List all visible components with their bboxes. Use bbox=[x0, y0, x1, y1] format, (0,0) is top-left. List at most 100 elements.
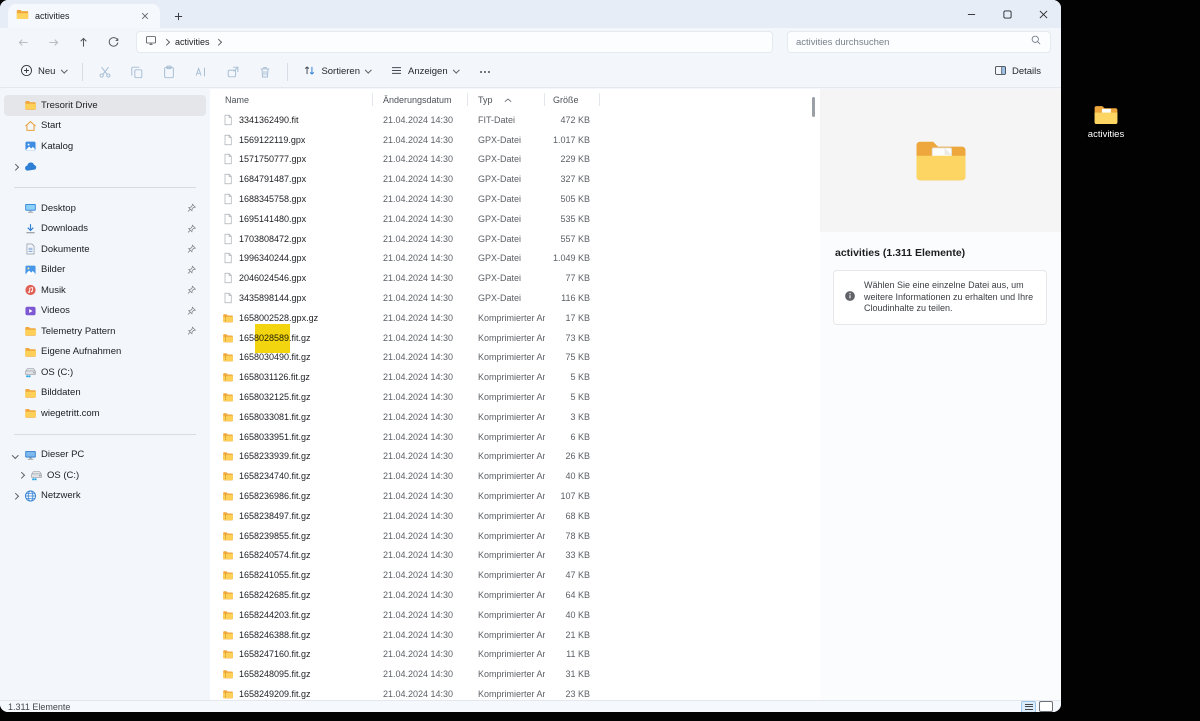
file-row[interactable]: 1703808472.gpx 21.04.2024 14:30 GPX-Date… bbox=[210, 229, 820, 249]
paste-icon[interactable] bbox=[154, 59, 184, 85]
cut-icon[interactable] bbox=[90, 59, 120, 85]
up-icon[interactable] bbox=[70, 31, 96, 53]
file-size: 229 KB bbox=[545, 154, 600, 164]
file-row[interactable]: 1571750777.gpx 21.04.2024 14:30 GPX-Date… bbox=[210, 150, 820, 170]
sidebar-item[interactable]: Telemetry Pattern bbox=[4, 321, 206, 342]
zip-icon bbox=[222, 431, 234, 443]
file-row[interactable]: 1658033951.fit.gz 21.04.2024 14:30 Kompr… bbox=[210, 427, 820, 447]
vertical-scrollbar[interactable] bbox=[812, 97, 815, 117]
sidebar-item[interactable]: OS (C:) bbox=[4, 362, 206, 383]
sidebar-item[interactable]: Eigene Aufnahmen bbox=[4, 342, 206, 363]
address-bar[interactable]: activities bbox=[136, 31, 773, 53]
file-row[interactable]: 1658031126.fit.gz 21.04.2024 14:30 Kompr… bbox=[210, 367, 820, 387]
sidebar-item[interactable] bbox=[4, 157, 206, 178]
sidebar-item[interactable]: Dieser PC bbox=[4, 445, 206, 466]
file-type: Komprimierter Ar... bbox=[468, 669, 545, 679]
minimize-button[interactable] bbox=[953, 0, 989, 28]
sidebar-item[interactable]: Start bbox=[4, 116, 206, 137]
details-pane-button[interactable]: Details bbox=[986, 59, 1049, 85]
file-type: Komprimierter Ar... bbox=[468, 570, 545, 580]
sidebar-item[interactable]: Tresorit Drive bbox=[4, 95, 206, 116]
file-size: 557 KB bbox=[545, 234, 600, 244]
file-row[interactable]: 1658242685.fit.gz 21.04.2024 14:30 Kompr… bbox=[210, 585, 820, 605]
chevron-icon[interactable] bbox=[11, 163, 19, 171]
file-row[interactable]: 1658246388.fit.gz 21.04.2024 14:30 Kompr… bbox=[210, 625, 820, 645]
sidebar-item[interactable]: Netzwerk bbox=[4, 486, 206, 507]
search-box[interactable] bbox=[787, 31, 1051, 53]
file-row[interactable]: 1658247160.fit.gz 21.04.2024 14:30 Kompr… bbox=[210, 645, 820, 665]
file-row[interactable]: 1658249209.fit.gz 21.04.2024 14:30 Kompr… bbox=[210, 684, 820, 700]
back-icon[interactable] bbox=[10, 31, 36, 53]
share-icon[interactable] bbox=[218, 59, 248, 85]
rename-icon[interactable] bbox=[186, 59, 216, 85]
delete-icon[interactable] bbox=[250, 59, 280, 85]
forward-icon[interactable] bbox=[40, 31, 66, 53]
new-tab-icon[interactable] bbox=[170, 8, 186, 24]
file-row[interactable]: 1658032125.fit.gz 21.04.2024 14:30 Kompr… bbox=[210, 387, 820, 407]
file-row[interactable]: 1688345758.gpx 21.04.2024 14:30 GPX-Date… bbox=[210, 189, 820, 209]
file-date: 21.04.2024 14:30 bbox=[373, 135, 468, 145]
desktop-monitor-icon[interactable] bbox=[145, 33, 157, 51]
sidebar-item[interactable]: OS (C:) bbox=[4, 465, 206, 486]
file-row[interactable]: 1684791487.gpx 21.04.2024 14:30 GPX-Date… bbox=[210, 169, 820, 189]
sidebar-item[interactable]: Bilder bbox=[4, 260, 206, 281]
file-row[interactable]: 1658033081.fit.gz 21.04.2024 14:30 Kompr… bbox=[210, 407, 820, 427]
view-button-label: Anzeigen bbox=[408, 66, 448, 77]
file-size: 68 KB bbox=[545, 511, 600, 521]
chevron-icon[interactable] bbox=[11, 451, 19, 459]
sidebar-divider bbox=[14, 434, 196, 435]
file-type: Komprimierter Ar... bbox=[468, 531, 545, 541]
file-row[interactable]: 1658236986.fit.gz 21.04.2024 14:30 Kompr… bbox=[210, 486, 820, 506]
file-row[interactable]: 1658238497.fit.gz 21.04.2024 14:30 Kompr… bbox=[210, 506, 820, 526]
sidebar-item[interactable]: Downloads bbox=[4, 219, 206, 240]
explorer-tab[interactable]: activities bbox=[8, 4, 160, 28]
file-row[interactable]: 3435898144.gpx 21.04.2024 14:30 GPX-Date… bbox=[210, 288, 820, 308]
file-row[interactable]: 1658239855.fit.gz 21.04.2024 14:30 Kompr… bbox=[210, 526, 820, 546]
file-date: 21.04.2024 14:30 bbox=[373, 333, 468, 343]
maximize-button[interactable] bbox=[989, 0, 1025, 28]
file-row[interactable]: 1658002528.gpx.gz 21.04.2024 14:30 Kompr… bbox=[210, 308, 820, 328]
file-row[interactable]: 1658028589.fit.gz 21.04.2024 14:30 Kompr… bbox=[210, 328, 820, 348]
sidebar-item[interactable]: Dokumente bbox=[4, 239, 206, 260]
file-row[interactable]: 1569122119.gpx 21.04.2024 14:30 GPX-Date… bbox=[210, 130, 820, 150]
new-button[interactable]: Neu bbox=[12, 59, 75, 85]
file-row[interactable]: 1658233939.fit.gz 21.04.2024 14:30 Kompr… bbox=[210, 447, 820, 467]
view-button[interactable]: Anzeigen bbox=[382, 59, 468, 85]
desktop-shortcut[interactable]: activities bbox=[1076, 104, 1136, 140]
file-row[interactable]: 1695141480.gpx 21.04.2024 14:30 GPX-Date… bbox=[210, 209, 820, 229]
file-row[interactable]: 1658234740.fit.gz 21.04.2024 14:30 Kompr… bbox=[210, 466, 820, 486]
large-icons-view-icon[interactable] bbox=[1039, 701, 1053, 712]
sidebar-item[interactable]: Katalog bbox=[4, 136, 206, 157]
sidebar-item[interactable]: Videos bbox=[4, 301, 206, 322]
file-row[interactable]: 2046024546.gpx 21.04.2024 14:30 GPX-Date… bbox=[210, 268, 820, 288]
sidebar-item[interactable]: Musik bbox=[4, 280, 206, 301]
breadcrumb[interactable]: activities bbox=[175, 37, 210, 47]
file-size: 75 KB bbox=[545, 352, 600, 362]
sidebar-item[interactable]: Bilddaten bbox=[4, 383, 206, 404]
column-header-size[interactable]: Größe bbox=[545, 89, 600, 110]
file-row[interactable]: 1658030490.fit.gz 21.04.2024 14:30 Kompr… bbox=[210, 348, 820, 368]
file-row[interactable]: 1658240574.fit.gz 21.04.2024 14:30 Kompr… bbox=[210, 546, 820, 566]
more-options-icon[interactable] bbox=[470, 59, 500, 85]
column-header-name[interactable]: Name bbox=[210, 89, 373, 110]
file-icon bbox=[222, 292, 234, 304]
search-icon[interactable] bbox=[1030, 33, 1042, 51]
file-row[interactable]: 1658241055.fit.gz 21.04.2024 14:30 Kompr… bbox=[210, 565, 820, 585]
refresh-icon[interactable] bbox=[100, 31, 126, 53]
close-button[interactable] bbox=[1025, 0, 1061, 28]
file-row[interactable]: 1996340244.gpx 21.04.2024 14:30 GPX-Date… bbox=[210, 249, 820, 269]
column-header-type[interactable]: Typ bbox=[468, 89, 545, 110]
details-view-icon[interactable] bbox=[1021, 701, 1036, 713]
file-row[interactable]: 1658248095.fit.gz 21.04.2024 14:30 Kompr… bbox=[210, 664, 820, 684]
file-row[interactable]: 1658244203.fit.gz 21.04.2024 14:30 Kompr… bbox=[210, 605, 820, 625]
sort-button[interactable]: Sortieren bbox=[295, 59, 380, 85]
tab-close-icon[interactable] bbox=[138, 9, 152, 23]
sidebar-item[interactable]: Desktop bbox=[4, 198, 206, 219]
chevron-icon[interactable] bbox=[17, 471, 25, 479]
column-header-date[interactable]: Änderungsdatum bbox=[373, 89, 468, 110]
search-input[interactable] bbox=[796, 37, 1030, 48]
sidebar-item[interactable]: wiegetritt.com bbox=[4, 403, 206, 424]
file-row[interactable]: 3341362490.fit 21.04.2024 14:30 FIT-Date… bbox=[210, 110, 820, 130]
chevron-icon[interactable] bbox=[11, 492, 19, 500]
copy-icon[interactable] bbox=[122, 59, 152, 85]
